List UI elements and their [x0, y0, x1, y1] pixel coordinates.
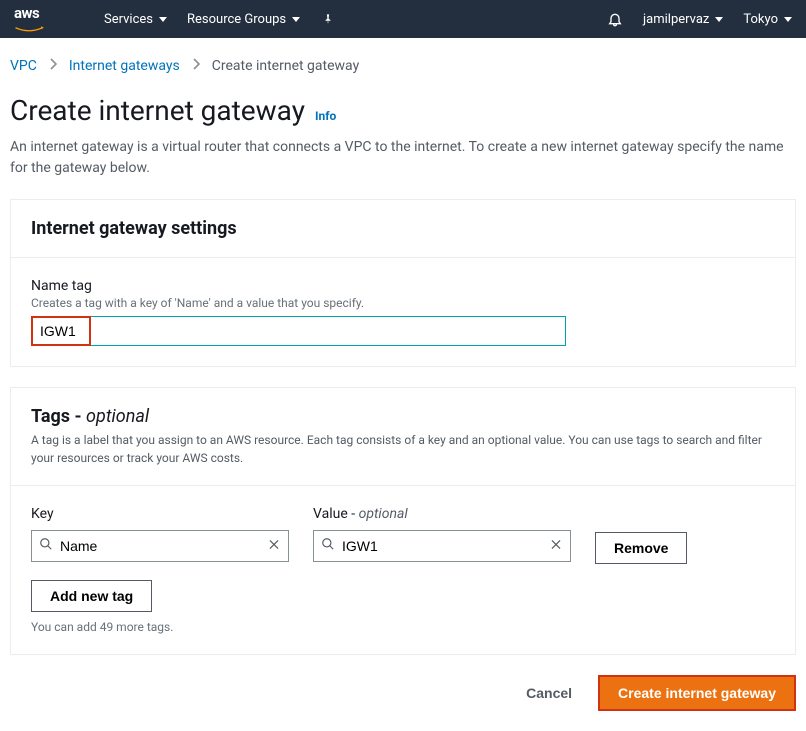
tags-panel-header: Tags - optional A tag is a label that yo… — [11, 388, 795, 486]
settings-panel: Internet gateway settings Name tag Creat… — [10, 199, 796, 367]
name-tag-label: Name tag — [31, 278, 775, 294]
breadcrumb: VPC Internet gateways Create internet ga… — [0, 38, 806, 84]
breadcrumb-internet-gateways[interactable]: Internet gateways — [69, 58, 180, 74]
tags-panel: Tags - optional A tag is a label that yo… — [10, 387, 796, 655]
settings-panel-header: Internet gateway settings — [11, 200, 795, 258]
tag-value-input[interactable] — [313, 530, 571, 562]
chevron-down-icon — [292, 17, 300, 22]
tag-key-input[interactable] — [31, 530, 289, 562]
nav-resource-groups[interactable]: Resource Groups — [177, 12, 310, 27]
search-icon — [39, 537, 53, 555]
cancel-button[interactable]: Cancel — [514, 685, 584, 701]
name-tag-input[interactable] — [31, 316, 566, 346]
nav-region-menu[interactable]: Tokyo — [733, 12, 792, 27]
clear-icon[interactable] — [549, 537, 563, 556]
nav-services[interactable]: Services — [94, 12, 177, 27]
aws-logo-text: aws — [14, 4, 39, 22]
bell-icon — [607, 11, 623, 27]
clear-icon[interactable] — [267, 537, 281, 556]
nav-region-label: Tokyo — [743, 12, 778, 27]
search-icon — [321, 537, 335, 555]
nav-notifications[interactable] — [597, 11, 633, 27]
create-internet-gateway-button[interactable]: Create internet gateway — [598, 675, 796, 711]
info-link[interactable]: Info — [315, 109, 336, 123]
name-tag-help: Creates a tag with a key of 'Name' and a… — [31, 296, 775, 310]
page-title: Create internet gateway — [10, 94, 305, 127]
aws-logo[interactable]: aws — [14, 4, 54, 34]
remove-tag-button[interactable]: Remove — [595, 532, 687, 564]
settings-panel-title: Internet gateway settings — [31, 218, 775, 239]
tags-hint: You can add 49 more tags. — [31, 620, 775, 634]
chevron-down-icon — [715, 17, 723, 22]
add-tag-button[interactable]: Add new tag — [31, 580, 152, 612]
chevron-right-icon — [49, 58, 57, 74]
page-description: An internet gateway is a virtual router … — [10, 137, 796, 179]
nav-user-menu[interactable]: jamilpervaz — [633, 12, 733, 27]
page-header: Create internet gateway Info An internet… — [0, 84, 806, 179]
nav-resource-groups-label: Resource Groups — [187, 12, 286, 27]
chevron-down-icon — [159, 17, 167, 22]
nav-pin[interactable] — [310, 11, 346, 27]
tag-key-label: Key — [31, 506, 289, 522]
tag-row: Key Value - optional — [31, 506, 775, 564]
chevron-right-icon — [192, 58, 200, 74]
breadcrumb-current: Create internet gateway — [212, 58, 359, 74]
nav-services-label: Services — [104, 12, 153, 27]
aws-swoosh-icon — [14, 26, 44, 34]
top-nav: aws Services Resource Groups jamilpervaz… — [0, 0, 806, 38]
footer-actions: Cancel Create internet gateway — [0, 675, 806, 731]
chevron-down-icon — [784, 17, 792, 22]
tags-panel-title: Tags - optional — [31, 406, 775, 427]
pin-icon — [320, 11, 336, 27]
breadcrumb-vpc[interactable]: VPC — [10, 58, 37, 74]
nav-user-label: jamilpervaz — [643, 12, 709, 27]
tags-panel-description: A tag is a label that you assign to an A… — [31, 431, 775, 467]
tag-value-label: Value - optional — [313, 506, 571, 522]
